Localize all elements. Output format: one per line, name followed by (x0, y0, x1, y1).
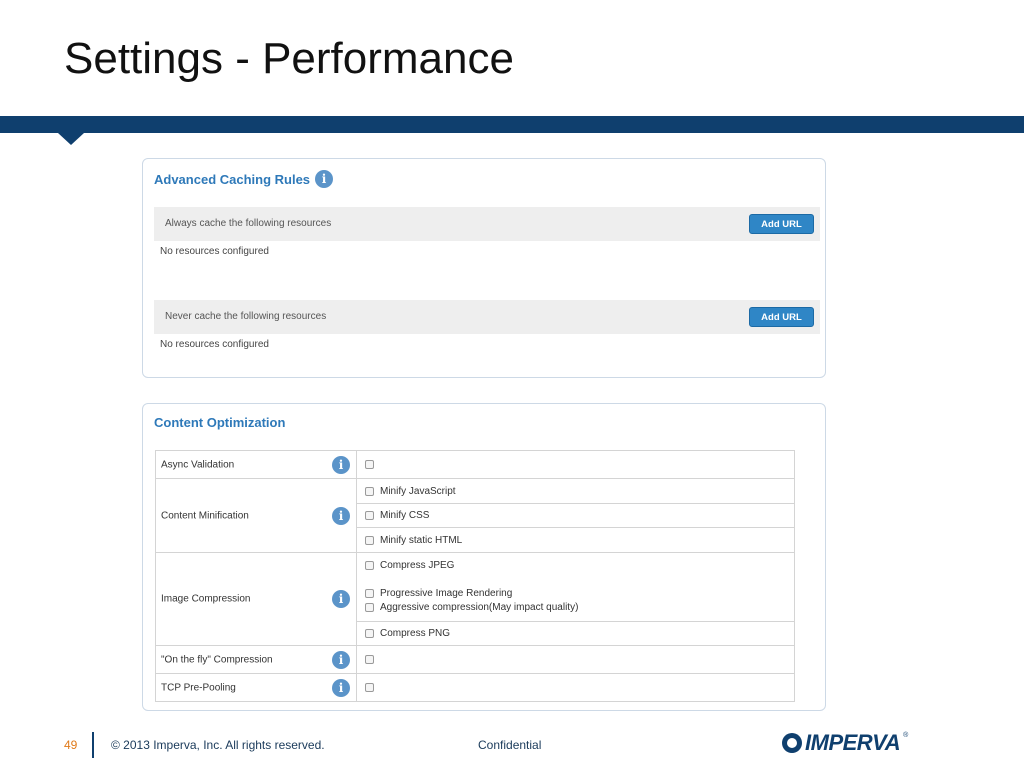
option-cell (356, 450, 795, 479)
compress-jpeg-checkbox[interactable] (365, 560, 374, 570)
optimization-table: Async Validation i Content Minification … (155, 450, 795, 702)
info-icon[interactable]: i (332, 650, 350, 669)
feature-label-async-validation: Async Validation (161, 459, 235, 470)
feature-cell: Content Minification i (155, 478, 357, 553)
progressive-rendering-checkbox[interactable] (365, 588, 374, 598)
imperva-logo: IMPERVA ® (782, 730, 908, 756)
minify-html-checkbox[interactable] (365, 535, 374, 545)
feature-label-tcp-pre-pooling: TCP Pre-Pooling (161, 682, 236, 693)
info-icon[interactable]: i (332, 506, 350, 525)
minify-css-label: Minify CSS (380, 510, 430, 521)
feature-label-content-minification: Content Minification (161, 510, 249, 521)
option-cell: Compress JPEG Progressive Image Renderin… (356, 552, 795, 622)
table-row: "On the fly" Compression i (155, 645, 795, 674)
option-cell (356, 645, 795, 674)
feature-cell: Async Validation i (155, 450, 357, 479)
table-row: Content Minification i Minify JavaScript (155, 478, 795, 553)
page-number: 49 (64, 738, 78, 752)
advanced-caching-title: Advanced Caching Rules i (154, 170, 334, 188)
aggressive-compression-label: Aggressive compression(May impact qualit… (380, 601, 579, 613)
feature-cell: TCP Pre-Pooling i (155, 673, 357, 702)
progressive-rendering-label: Progressive Image Rendering (380, 587, 513, 599)
advanced-caching-panel: Advanced Caching Rules i Always cache th… (142, 158, 826, 378)
add-url-button-always[interactable]: Add URL (749, 214, 814, 234)
title-notch (58, 133, 84, 145)
never-cache-header: Never cache the following resources Add … (154, 300, 820, 334)
minify-html-label: Minify static HTML (380, 534, 463, 546)
compress-png-checkbox[interactable] (365, 629, 374, 638)
info-icon[interactable]: i (315, 170, 334, 188)
option-cell: Minify static HTML (356, 527, 795, 553)
never-cache-empty: No resources configured (160, 339, 269, 350)
feature-label-image-compression: Image Compression (161, 593, 251, 605)
info-icon[interactable]: i (332, 678, 350, 697)
confidential-label: Confidential (478, 738, 542, 752)
table-row: Image Compression i Compress JPEG Progre… (155, 552, 795, 646)
content-optimization-title: Content Optimization (154, 415, 285, 430)
always-cache-empty: No resources configured (160, 246, 269, 257)
feature-cell: "On the fly" Compression i (155, 645, 357, 674)
tcp-pre-pooling-checkbox[interactable] (365, 683, 374, 692)
minify-javascript-checkbox[interactable] (365, 486, 374, 496)
aggressive-compression-checkbox[interactable] (365, 602, 374, 612)
feature-label-on-the-fly: "On the fly" Compression (161, 654, 273, 665)
imperva-logo-icon (782, 733, 802, 753)
advanced-caching-title-text: Advanced Caching Rules (154, 171, 311, 187)
copyright-text: © 2013 Imperva, Inc. All rights reserved… (111, 738, 325, 752)
option-cell: Compress PNG (356, 621, 795, 646)
info-icon[interactable]: i (332, 455, 350, 474)
add-url-button-never[interactable]: Add URL (749, 307, 814, 327)
slide-title: Settings - Performance (64, 34, 514, 83)
table-row: Async Validation i (155, 450, 795, 479)
content-optimization-panel: Content Optimization Async Validation i … (142, 403, 826, 711)
option-cell: Minify JavaScript (356, 478, 795, 504)
option-cell (356, 673, 795, 702)
compress-jpeg-label: Compress JPEG (380, 559, 455, 571)
table-row: TCP Pre-Pooling i (155, 673, 795, 702)
footer-divider (92, 732, 94, 758)
feature-cell: Image Compression i (155, 552, 357, 646)
on-the-fly-checkbox[interactable] (365, 655, 374, 664)
always-cache-label: Always cache the following resources (165, 218, 332, 229)
info-icon[interactable]: i (332, 590, 350, 608)
async-validation-checkbox[interactable] (365, 460, 374, 469)
compress-png-label: Compress PNG (380, 628, 451, 639)
title-bar (0, 116, 1024, 133)
option-cell: Minify CSS (356, 503, 795, 528)
content-optimization-title-text: Content Optimization (154, 415, 286, 430)
minify-css-checkbox[interactable] (365, 511, 374, 520)
minify-javascript-label: Minify JavaScript (380, 485, 456, 497)
imperva-logo-text: IMPERVA (805, 730, 901, 755)
always-cache-header: Always cache the following resources Add… (154, 207, 820, 241)
registered-mark: ® (903, 732, 909, 739)
never-cache-label: Never cache the following resources (165, 311, 327, 322)
